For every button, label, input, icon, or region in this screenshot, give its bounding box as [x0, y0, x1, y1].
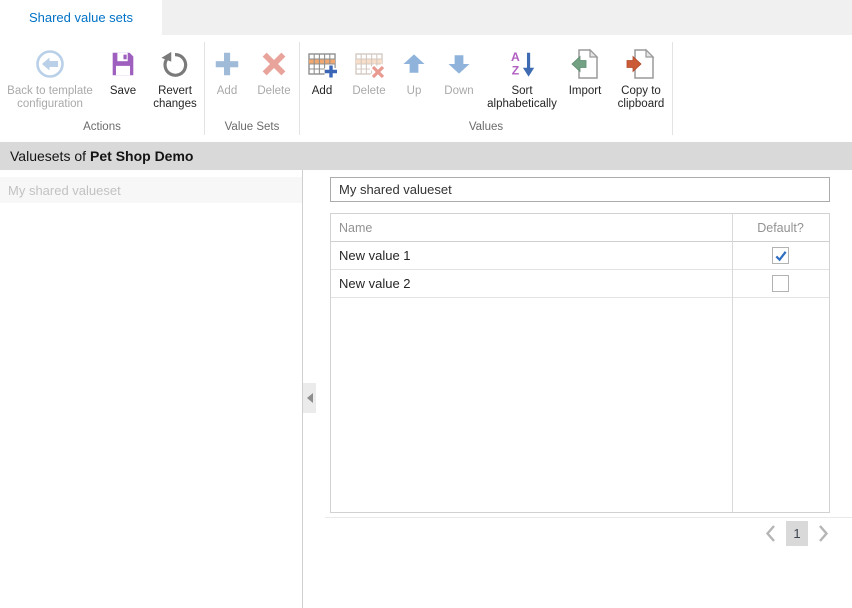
button-label: Add [312, 85, 332, 98]
sort-alphabetically-button[interactable]: A Z Sort alphabetically [484, 44, 560, 112]
delete-value-button[interactable]: Delete [344, 44, 394, 99]
pagination: 1 [330, 521, 830, 546]
prev-page-button[interactable] [764, 523, 777, 544]
current-page[interactable]: 1 [786, 521, 808, 546]
sidebar-item-valueset[interactable]: My shared valueset [0, 177, 302, 203]
table-row[interactable]: New value 1 [331, 242, 829, 270]
button-label: Up [407, 85, 422, 98]
column-divider [732, 214, 733, 512]
revert-icon [160, 45, 190, 83]
values-table: Name Default? New value 1 New value 2 [330, 213, 830, 513]
ribbon-group-values: Add Delete [300, 35, 672, 140]
valueset-list-panel: My shared valueset [0, 170, 303, 608]
arrow-up-icon [400, 45, 428, 83]
page-title-prefix: Valuesets of [10, 148, 86, 164]
copy-to-clipboard-button[interactable]: Copy to clipboard [610, 44, 672, 112]
delete-value-set-button[interactable]: Delete [249, 44, 299, 99]
table-header-row: Name Default? [331, 214, 829, 242]
back-to-template-configuration-button[interactable]: Back to template configuration [0, 44, 100, 112]
sort-az-icon: A Z [507, 45, 537, 83]
plus-icon [212, 45, 242, 83]
button-label: Add [217, 85, 237, 98]
chevron-right-icon [817, 523, 830, 544]
table-footer-divider [325, 517, 852, 518]
svg-text:A: A [511, 50, 520, 64]
splitter-handle[interactable] [303, 383, 316, 413]
import-button[interactable]: Import [560, 44, 610, 99]
button-label: Save [110, 85, 136, 98]
ribbon-group-label: Values [300, 118, 672, 140]
check-icon [774, 249, 788, 263]
column-header-default: Default? [732, 221, 829, 235]
chevron-left-icon [764, 523, 777, 544]
template-name: Pet Shop Demo [90, 148, 193, 164]
ribbon-group-label: Actions [0, 118, 204, 140]
button-label: Copy to clipboard [612, 85, 670, 111]
page-title: Valuesets of Pet Shop Demo [0, 142, 852, 170]
button-label: Down [444, 85, 473, 98]
button-label: Delete [257, 85, 290, 98]
column-header-name: Name [331, 221, 732, 235]
add-value-set-button[interactable]: Add [205, 44, 249, 99]
ribbon-group-separator [672, 42, 673, 135]
tab-strip: Shared value sets [0, 0, 852, 35]
save-button[interactable]: Save [100, 44, 146, 99]
tab-shared-value-sets[interactable]: Shared value sets [0, 0, 162, 35]
default-checkbox[interactable] [772, 247, 789, 264]
tab-label: Shared value sets [29, 10, 133, 25]
value-name: New value 2 [331, 276, 732, 291]
valueset-editor: Name Default? New value 1 New value 2 [330, 170, 830, 513]
button-label: Revert changes [148, 85, 202, 111]
collapse-left-icon [306, 392, 314, 404]
arrow-down-icon [445, 45, 473, 83]
add-value-button[interactable]: Add [300, 44, 344, 99]
table-row[interactable]: New value 2 [331, 270, 829, 298]
ribbon: Back to template configuration Save [0, 35, 852, 140]
x-icon [259, 45, 289, 83]
back-icon [34, 45, 66, 83]
value-name: New value 1 [331, 248, 732, 263]
move-up-button[interactable]: Up [394, 44, 434, 99]
button-label: Import [569, 85, 602, 98]
save-icon [108, 45, 138, 83]
button-label: Back to template configuration [2, 85, 98, 111]
ribbon-group-label: Value Sets [205, 118, 299, 140]
svg-text:Z: Z [512, 63, 520, 77]
table-delete-icon [353, 45, 385, 83]
next-page-button[interactable] [817, 523, 830, 544]
ribbon-group-actions: Back to template configuration Save [0, 35, 204, 140]
default-checkbox[interactable] [772, 275, 789, 292]
valueset-name-input[interactable] [330, 177, 830, 202]
table-add-icon [306, 45, 338, 83]
button-label: Delete [352, 85, 385, 98]
revert-changes-button[interactable]: Revert changes [146, 44, 204, 112]
copy-clipboard-icon [625, 45, 657, 83]
ribbon-group-value-sets: Add Delete Value Sets [205, 35, 299, 140]
import-icon [569, 45, 601, 83]
move-down-button[interactable]: Down [434, 44, 484, 99]
button-label: Sort alphabetically [486, 85, 558, 111]
